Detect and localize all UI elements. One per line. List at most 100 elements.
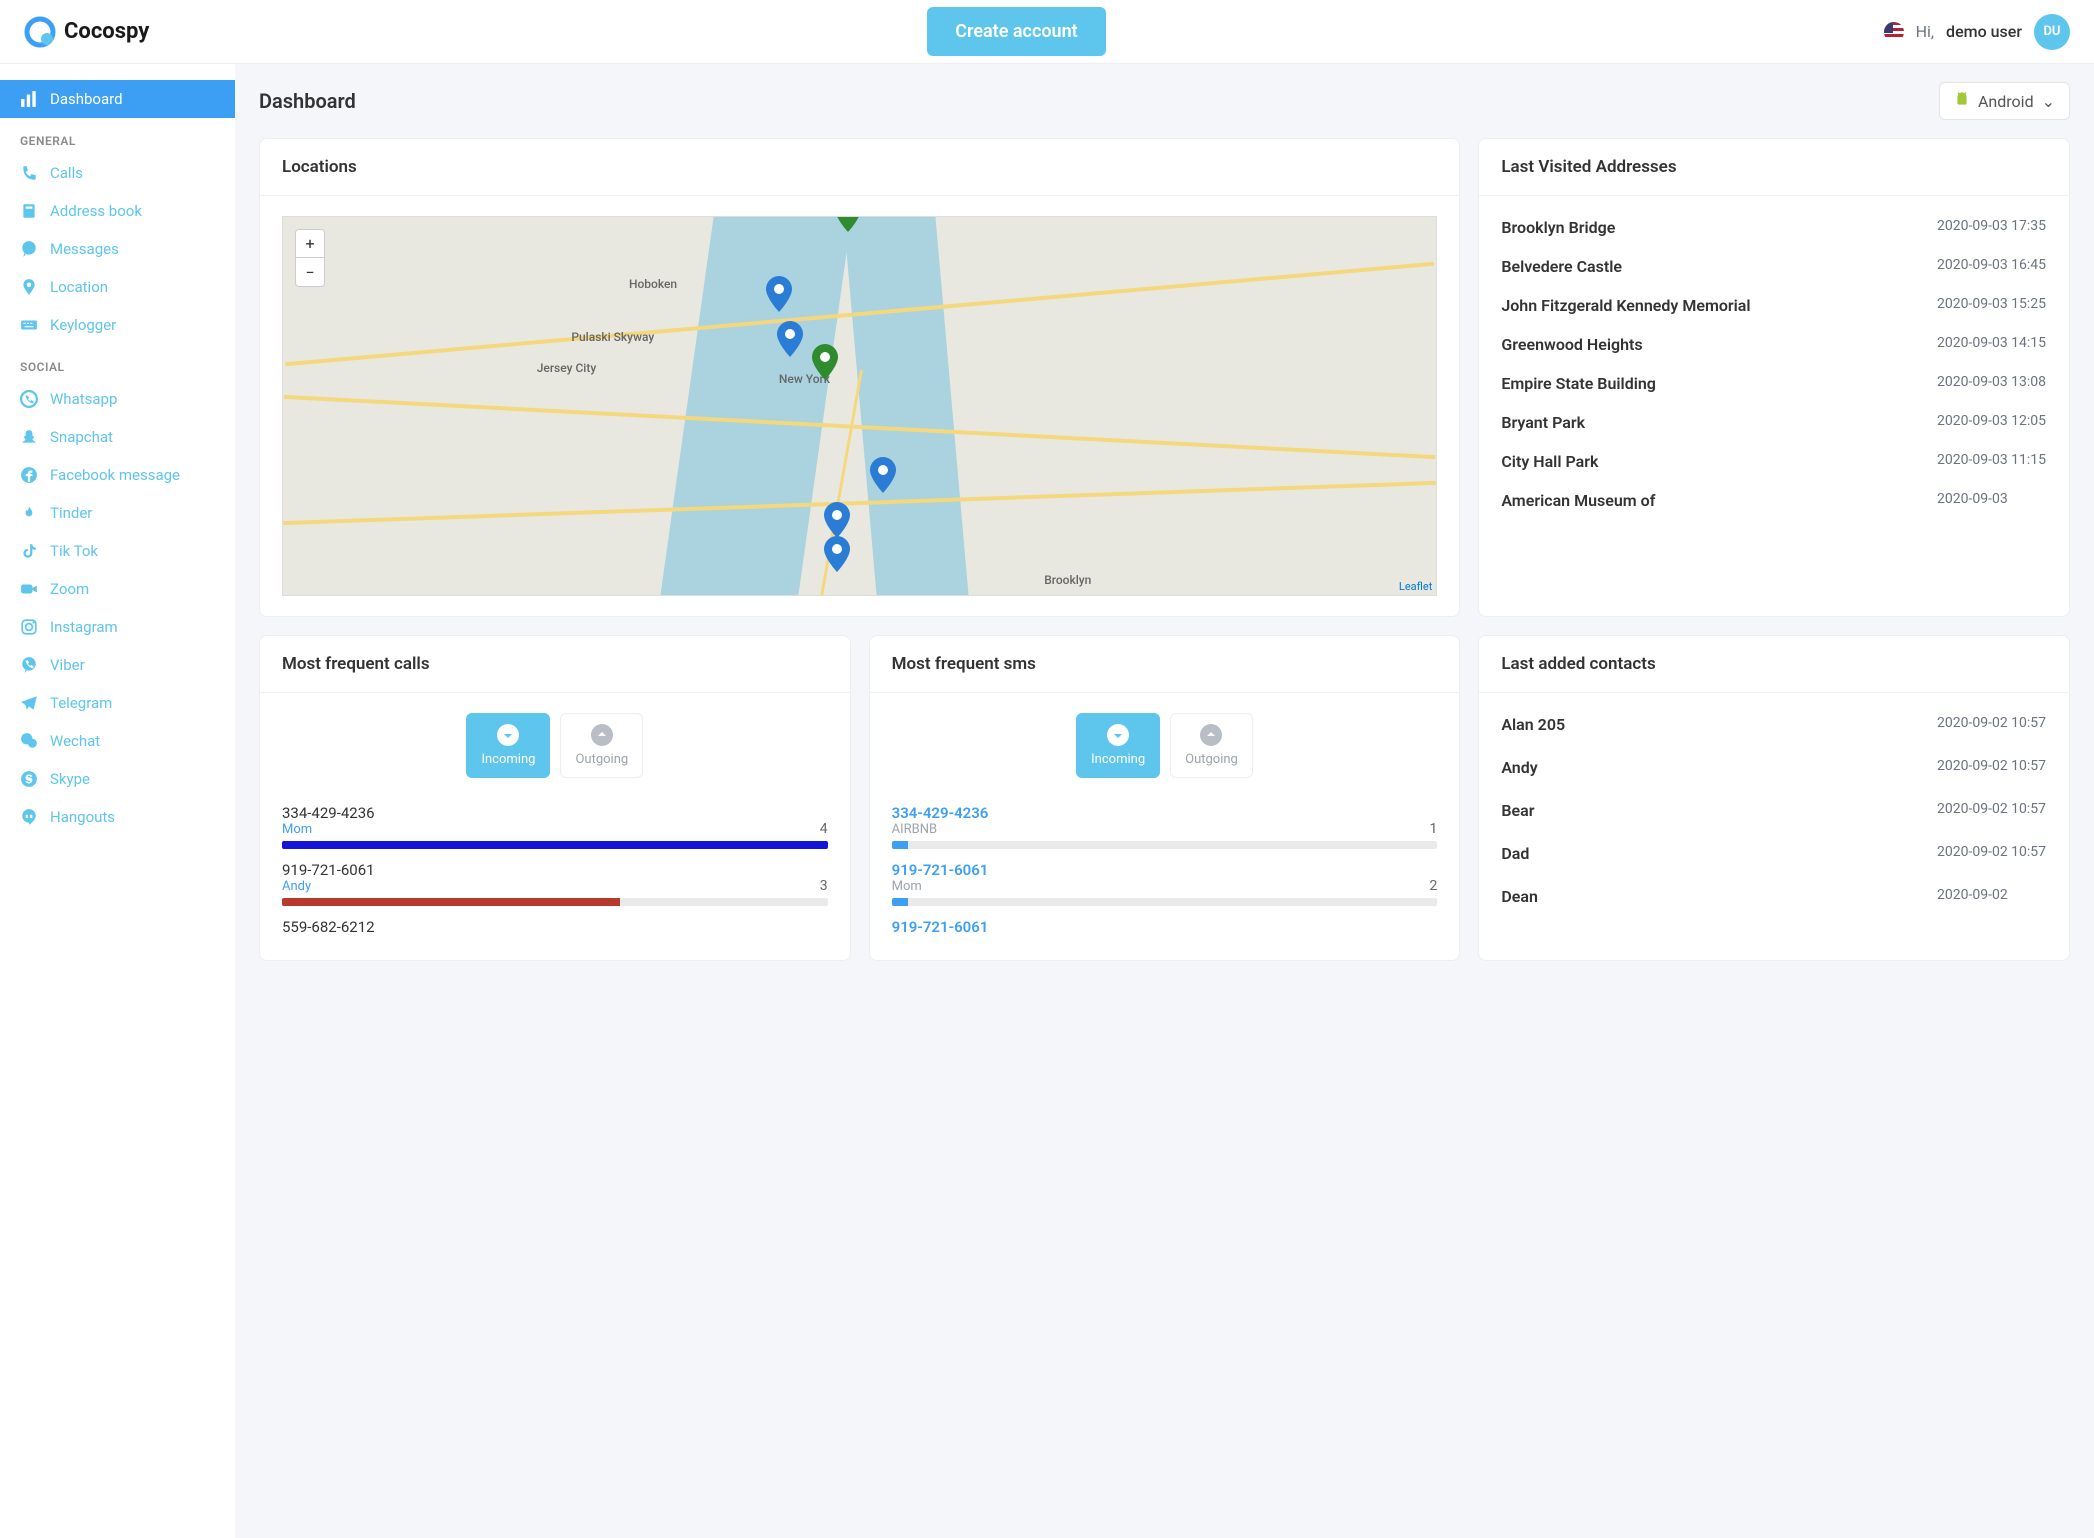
contact-name: Bear	[1501, 801, 1534, 820]
panel-title: Locations	[260, 139, 1459, 196]
address-name: American Museum of	[1501, 491, 1921, 510]
greeting: Hi,	[1916, 22, 1934, 41]
logo[interactable]: Cocospy	[24, 16, 149, 48]
flag-icon[interactable]	[1884, 22, 1904, 42]
map-marker[interactable]: 2	[812, 344, 838, 380]
tinder-icon	[20, 504, 38, 522]
zoom-out-button[interactable]: −	[296, 258, 324, 286]
map-marker[interactable]	[766, 276, 792, 312]
nav-section-general: GENERAL	[0, 118, 235, 154]
map-attribution[interactable]: Leaflet	[1399, 580, 1432, 593]
sidebar-item-label: Address book	[50, 202, 142, 220]
zoom-in-button[interactable]: +	[296, 230, 324, 258]
address-name: John Fitzgerald Kennedy Memorial	[1501, 296, 1921, 315]
address-time: 2020-09-03 15:25	[1937, 296, 2047, 315]
sidebar: Dashboard GENERAL Calls Address book Messa…	[0, 64, 235, 1538]
sidebar-item-location[interactable]: Location	[0, 268, 235, 306]
contact-row[interactable]: Bear2020-09-02 10:57	[1479, 789, 2069, 832]
map-marker[interactable]	[824, 502, 850, 538]
brand-text: Cocospy	[64, 19, 149, 44]
contact-time: 2020-09-02	[1937, 887, 2047, 906]
address-row[interactable]: Bryant Park2020-09-03 12:05	[1479, 403, 2069, 442]
tab-outgoing[interactable]: Outgoing	[1170, 713, 1253, 778]
panel-title: Last added contacts	[1479, 636, 2069, 693]
sidebar-item-skype[interactable]: Skype	[0, 760, 235, 798]
sidebar-item-instagram[interactable]: Instagram	[0, 608, 235, 646]
sms-panel: Most frequent sms Incoming Outgoing 334-…	[869, 635, 1461, 961]
number: 919-721-6061	[892, 861, 989, 879]
contact-name: Mom	[892, 879, 989, 894]
address-row[interactable]: Belvedere Castle2020-09-03 16:45	[1479, 247, 2069, 286]
sidebar-item-label: Instagram	[50, 618, 118, 636]
bar	[892, 898, 1438, 906]
sidebar-item-wechat[interactable]: Wechat	[0, 722, 235, 760]
sidebar-item-whatsapp[interactable]: Whatsapp	[0, 380, 235, 418]
sidebar-item-tik-tok[interactable]: Tik Tok	[0, 532, 235, 570]
platform-selector[interactable]: Android ⌄	[1939, 82, 2070, 120]
avatar[interactable]: DU	[2034, 14, 2070, 50]
sidebar-item-tinder[interactable]: Tinder	[0, 494, 235, 532]
chart-icon	[20, 90, 38, 108]
address-row[interactable]: Brooklyn Bridge2020-09-03 17:35	[1479, 208, 2069, 247]
sms-row[interactable]: 334-429-4236AIRBNB1	[892, 798, 1438, 855]
sms-row[interactable]: 919-721-6061Mom2	[892, 855, 1438, 912]
address-name: City Hall Park	[1501, 452, 1921, 471]
map-marker[interactable]	[870, 457, 896, 493]
page-title: Dashboard	[259, 89, 356, 113]
contact-row[interactable]: Dean2020-09-02	[1479, 875, 2069, 918]
sidebar-item-label: Facebook message	[50, 466, 180, 484]
map-label: Pulaski Skyway	[571, 330, 654, 344]
contact-row[interactable]: Dad2020-09-02 10:57	[1479, 832, 2069, 875]
bar	[282, 898, 828, 906]
chevron-down-icon: ⌄	[2042, 92, 2055, 111]
map-marker[interactable]: 3	[835, 216, 861, 232]
map-label: Hoboken	[629, 277, 677, 291]
sidebar-item-dashboard[interactable]: Dashboard	[0, 80, 235, 118]
sidebar-item-telegram[interactable]: Telegram	[0, 684, 235, 722]
address-row[interactable]: American Museum of 2020-09-03	[1479, 481, 2069, 520]
map-marker[interactable]	[777, 321, 803, 357]
username[interactable]: demo user	[1946, 22, 2022, 41]
address-row[interactable]: Greenwood Heights2020-09-03 14:15	[1479, 325, 2069, 364]
contact-time: 2020-09-02 10:57	[1937, 715, 2047, 734]
sidebar-item-label: Messages	[50, 240, 119, 258]
count: 3	[820, 878, 828, 894]
sidebar-item-facebook-message[interactable]: Facebook message	[0, 456, 235, 494]
sidebar-item-label: Wechat	[50, 732, 100, 750]
map[interactable]: Hoboken Pulaski Skyway Jersey City New Y…	[282, 216, 1437, 596]
logo-icon	[24, 16, 56, 48]
number: 919-721-6061	[282, 861, 375, 879]
header: Cocospy Create account Hi, demo user DU	[0, 0, 2094, 64]
sidebar-item-snapchat[interactable]: Snapchat	[0, 418, 235, 456]
address-row[interactable]: John Fitzgerald Kennedy Memorial 2020-09-…	[1479, 286, 2069, 325]
call-row[interactable]: 334-429-4236Mom4	[282, 798, 828, 855]
sidebar-item-messages[interactable]: Messages	[0, 230, 235, 268]
sidebar-item-label: Keylogger	[50, 316, 116, 334]
tab-outgoing[interactable]: Outgoing	[560, 713, 643, 778]
sidebar-item-keylogger[interactable]: Keylogger	[0, 306, 235, 344]
create-account-button[interactable]: Create account	[927, 7, 1105, 56]
address-list[interactable]: Brooklyn Bridge2020-09-03 17:35Belvedere…	[1479, 196, 2069, 532]
sidebar-item-viber[interactable]: Viber	[0, 646, 235, 684]
address-name: Greenwood Heights	[1501, 335, 1921, 354]
address-name: Belvedere Castle	[1501, 257, 1921, 276]
address-row[interactable]: City Hall Park2020-09-03 11:15	[1479, 442, 2069, 481]
address-time: 2020-09-03	[1937, 491, 2047, 510]
sidebar-item-label: Tik Tok	[50, 542, 98, 560]
sms-row[interactable]: 919-721-6061	[892, 912, 1438, 942]
map-marker[interactable]	[824, 536, 850, 572]
call-row[interactable]: 919-721-6061Andy3	[282, 855, 828, 912]
tab-incoming[interactable]: Incoming	[1076, 713, 1160, 778]
hangouts-icon	[20, 808, 38, 826]
call-row[interactable]: 559-682-6212	[282, 912, 828, 942]
tab-incoming[interactable]: Incoming	[466, 713, 550, 778]
sidebar-item-calls[interactable]: Calls	[0, 154, 235, 192]
number: 334-429-4236	[892, 804, 989, 822]
sidebar-item-address-book[interactable]: Address book	[0, 192, 235, 230]
contact-row[interactable]: Andy2020-09-02 10:57	[1479, 746, 2069, 789]
count: 4	[820, 821, 828, 837]
address-row[interactable]: Empire State Building2020-09-03 13:08	[1479, 364, 2069, 403]
sidebar-item-zoom[interactable]: Zoom	[0, 570, 235, 608]
contact-row[interactable]: Alan 2052020-09-02 10:57	[1479, 703, 2069, 746]
sidebar-item-hangouts[interactable]: Hangouts	[0, 798, 235, 836]
